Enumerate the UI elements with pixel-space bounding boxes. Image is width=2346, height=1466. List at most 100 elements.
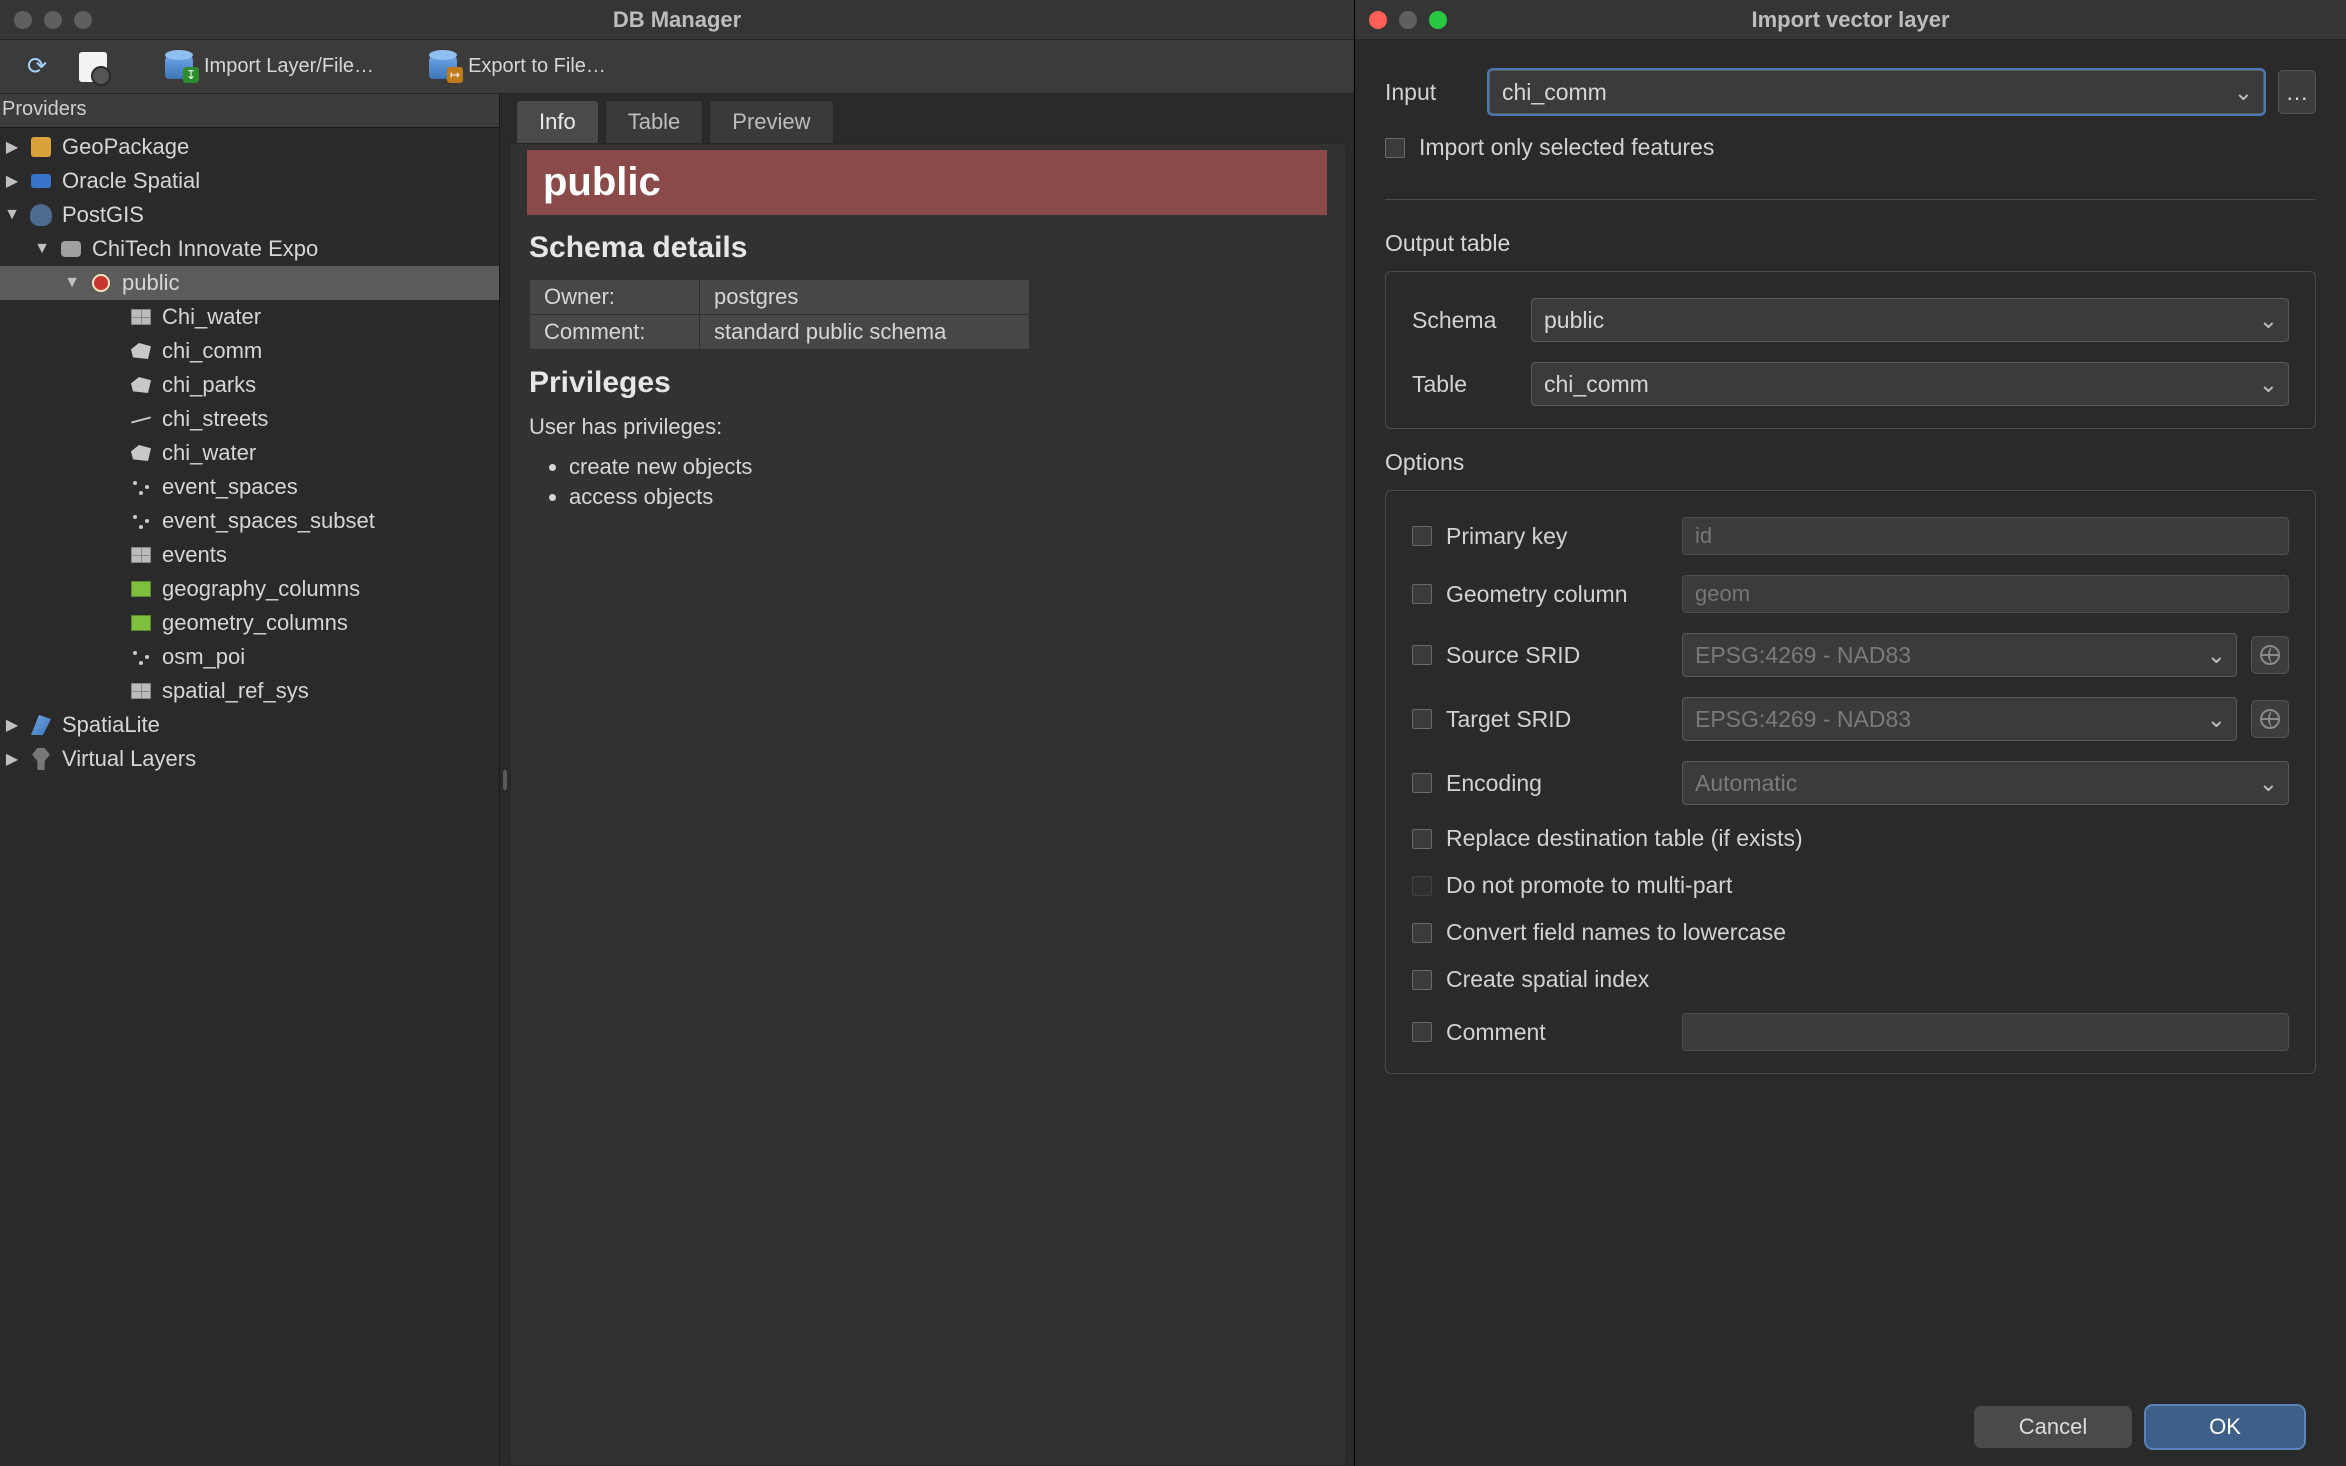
tree-label: SpatiaLite — [62, 712, 160, 738]
virtual-layers-icon — [28, 746, 54, 772]
import-layer-button[interactable]: ↧ Import Layer/File… — [156, 46, 380, 88]
schema-details-heading: Schema details — [529, 231, 1327, 265]
table-combo[interactable]: chi_comm ⌄ — [1531, 362, 2289, 406]
input-combo[interactable]: chi_comm ⌄ — [1489, 70, 2264, 114]
chevron-right-icon[interactable]: ▶ — [4, 749, 20, 769]
chevron-right-icon[interactable]: ▶ — [4, 171, 20, 191]
tree-table[interactable]: event_spaces — [0, 470, 499, 504]
tree-label: event_spaces_subset — [162, 508, 375, 534]
globe-icon — [2260, 709, 2280, 729]
chevron-down-icon: ⌄ — [2207, 642, 2226, 669]
geometry-column-input[interactable] — [1682, 575, 2289, 613]
tree-oracle[interactable]: ▶ Oracle Spatial — [0, 164, 499, 198]
table-icon — [128, 542, 154, 568]
tree-table[interactable]: Chi_water — [0, 300, 499, 334]
schema-icon — [88, 270, 114, 296]
comment-checkbox[interactable] — [1412, 1022, 1432, 1042]
output-table-group: Schema public ⌄ Table chi_comm ⌄ — [1385, 271, 2316, 429]
target-srid-checkbox[interactable] — [1412, 709, 1432, 729]
tree-table[interactable]: chi_comm — [0, 334, 499, 368]
schema-name-banner: public — [527, 150, 1327, 215]
tree-label: geography_columns — [162, 576, 360, 602]
target-srid-combo[interactable]: EPSG:4269 - NAD83 ⌄ — [1682, 697, 2237, 741]
privileges-heading: Privileges — [529, 366, 1327, 400]
primary-key-checkbox[interactable] — [1412, 526, 1432, 546]
input-value: chi_comm — [1502, 79, 1607, 106]
comment-input[interactable] — [1682, 1013, 2289, 1051]
lowercase-fields-checkbox[interactable] — [1412, 923, 1432, 943]
close-icon[interactable] — [1369, 11, 1387, 29]
database-export-icon: ↦ — [426, 50, 460, 84]
tab-info[interactable]: Info — [516, 100, 599, 143]
tree-label: osm_poi — [162, 644, 245, 670]
comment-key: Comment: — [530, 315, 700, 350]
privilege-item: access objects — [569, 484, 1327, 510]
chevron-right-icon[interactable]: ▶ — [4, 137, 20, 157]
table-value: chi_comm — [1544, 371, 1649, 398]
target-srid-label: Target SRID — [1446, 706, 1668, 733]
tree-label: events — [162, 542, 227, 568]
owner-key: Owner: — [530, 280, 700, 315]
import-layer-label: Import Layer/File… — [204, 55, 374, 78]
tree-label: spatial_ref_sys — [162, 678, 309, 704]
sql-window-button[interactable] — [70, 46, 116, 88]
globe-icon — [2260, 645, 2280, 665]
tree-spatialite[interactable]: ▶ SpatiaLite — [0, 708, 499, 742]
schema-combo[interactable]: public ⌄ — [1531, 298, 2289, 342]
tree-table[interactable]: events — [0, 538, 499, 572]
spatial-index-checkbox[interactable] — [1412, 970, 1432, 990]
tree-table[interactable]: osm_poi — [0, 640, 499, 674]
replace-table-checkbox[interactable] — [1412, 829, 1432, 849]
target-srid-picker-button[interactable] — [2251, 700, 2289, 738]
ok-button[interactable]: OK — [2146, 1406, 2304, 1448]
tab-table[interactable]: Table — [605, 100, 704, 143]
tree-virtual[interactable]: ▶ Virtual Layers — [0, 742, 499, 776]
encoding-combo[interactable]: Automatic ⌄ — [1682, 761, 2289, 805]
splitter[interactable] — [500, 94, 510, 1466]
source-srid-picker-button[interactable] — [2251, 636, 2289, 674]
tree-table[interactable]: chi_streets — [0, 402, 499, 436]
chevron-down-icon[interactable]: ▼ — [64, 274, 80, 292]
maximize-icon[interactable] — [1429, 11, 1447, 29]
encoding-checkbox[interactable] — [1412, 773, 1432, 793]
browse-button[interactable]: … — [2278, 70, 2316, 114]
cancel-button[interactable]: Cancel — [1974, 1406, 2132, 1448]
chevron-down-icon[interactable]: ▼ — [4, 206, 20, 224]
close-icon[interactable] — [14, 11, 32, 29]
providers-pane: Providers ▶ GeoPackage ▶ Oracle Spatial … — [0, 94, 500, 1466]
tree-table[interactable]: spatial_ref_sys — [0, 674, 499, 708]
tree-label: GeoPackage — [62, 134, 189, 160]
primary-key-input[interactable] — [1682, 517, 2289, 555]
chevron-down-icon[interactable]: ▼ — [34, 240, 50, 258]
tree-table[interactable]: chi_parks — [0, 368, 499, 402]
tree-geopackage[interactable]: ▶ GeoPackage — [0, 130, 499, 164]
tree-label: chi_streets — [162, 406, 268, 432]
chevron-down-icon: ⌄ — [2259, 307, 2278, 334]
source-srid-combo[interactable]: EPSG:4269 - NAD83 ⌄ — [1682, 633, 2237, 677]
tree-schema-public[interactable]: ▼ public — [0, 266, 499, 300]
schema-label: Schema — [1412, 307, 1517, 334]
sql-icon — [76, 50, 110, 84]
tree-postgis[interactable]: ▼ PostGIS — [0, 198, 499, 232]
refresh-button[interactable]: ⟳ — [14, 46, 60, 88]
refresh-icon: ⟳ — [20, 50, 54, 84]
source-srid-checkbox[interactable] — [1412, 645, 1432, 665]
tree-connection[interactable]: ▼ ChiTech Innovate Expo — [0, 232, 499, 266]
tree-table[interactable]: event_spaces_subset — [0, 504, 499, 538]
tree-table[interactable]: geometry_columns — [0, 606, 499, 640]
providers-tree[interactable]: ▶ GeoPackage ▶ Oracle Spatial ▼ PostGIS … — [0, 128, 499, 1466]
schema-details-table: Owner: postgres Comment: standard public… — [529, 279, 1030, 350]
geometry-column-label: Geometry column — [1446, 581, 1668, 608]
tree-table[interactable]: chi_water — [0, 436, 499, 470]
point-icon — [128, 644, 154, 670]
tree-table[interactable]: geography_columns — [0, 572, 499, 606]
chevron-right-icon[interactable]: ▶ — [4, 715, 20, 735]
maximize-icon[interactable] — [74, 11, 92, 29]
export-file-button[interactable]: ↦ Export to File… — [420, 46, 612, 88]
schema-value: public — [1544, 307, 1604, 334]
minimize-icon[interactable] — [1399, 11, 1417, 29]
import-only-selected-checkbox[interactable] — [1385, 138, 1405, 158]
geometry-column-checkbox[interactable] — [1412, 584, 1432, 604]
minimize-icon[interactable] — [44, 11, 62, 29]
tab-preview[interactable]: Preview — [709, 100, 833, 143]
